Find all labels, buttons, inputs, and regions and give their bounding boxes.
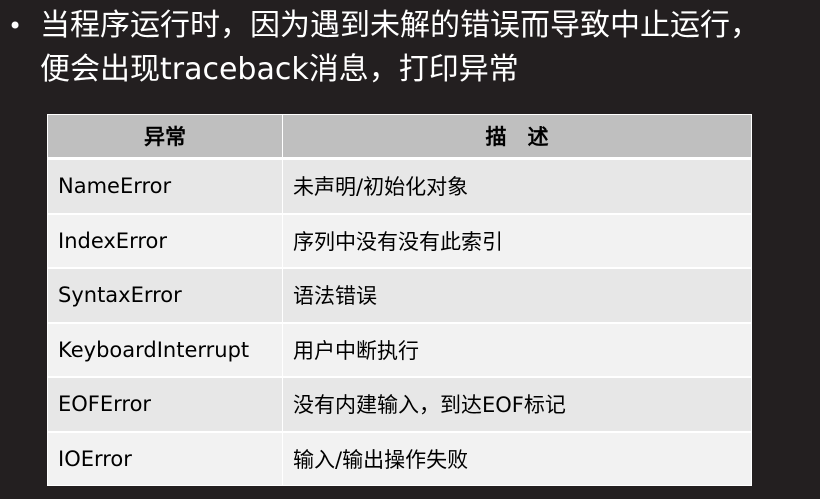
table-row: IndexError 序列中没有没有此索引	[47, 212, 752, 269]
exception-description: 序列中没有没有此索引	[282, 212, 752, 269]
bullet-point-icon: •	[8, 12, 23, 40]
exception-description: 用户中断执行	[282, 321, 752, 378]
exception-name: EOFError	[47, 376, 283, 432]
exception-description: 语法错误	[282, 267, 752, 323]
bullet-line-1: 当程序运行时，因为遇到未解的错误而导致中止运行，	[40, 8, 760, 43]
table-row: NameError 未声明/初始化对象	[47, 157, 752, 214]
exception-name: NameError	[47, 157, 283, 214]
bullet-line-2: 便会出现traceback消息，打印异常	[40, 52, 519, 87]
exception-table-grid: 异常 描 述 NameError 未声明/初始化对象 IndexError 序列…	[47, 114, 752, 486]
header-exception: 异常	[47, 114, 283, 160]
table-header-row: 异常 描 述	[47, 114, 752, 160]
bullet-text: 当程序运行时，因为遇到未解的错误而导致中止运行， 便会出现traceback消息…	[40, 4, 760, 92]
header-description: 描 述	[282, 114, 752, 160]
exception-name: IndexError	[47, 212, 283, 269]
table-row: KeyboardInterrupt 用户中断执行	[47, 321, 752, 378]
exception-name: IOError	[47, 430, 283, 486]
exception-table: 异常 描 述 NameError 未声明/初始化对象 IndexError 序列…	[47, 114, 752, 486]
exception-name: KeyboardInterrupt	[47, 321, 283, 378]
table-row: SyntaxError 语法错误	[47, 267, 752, 323]
exception-description: 输入/输出操作失败	[282, 430, 752, 486]
exception-description: 没有内建输入，到达EOF标记	[282, 376, 752, 432]
table-row: EOFError 没有内建输入，到达EOF标记	[47, 376, 752, 432]
table-row: IOError 输入/输出操作失败	[47, 430, 752, 486]
exception-description: 未声明/初始化对象	[282, 157, 752, 214]
exception-name: SyntaxError	[47, 267, 283, 323]
